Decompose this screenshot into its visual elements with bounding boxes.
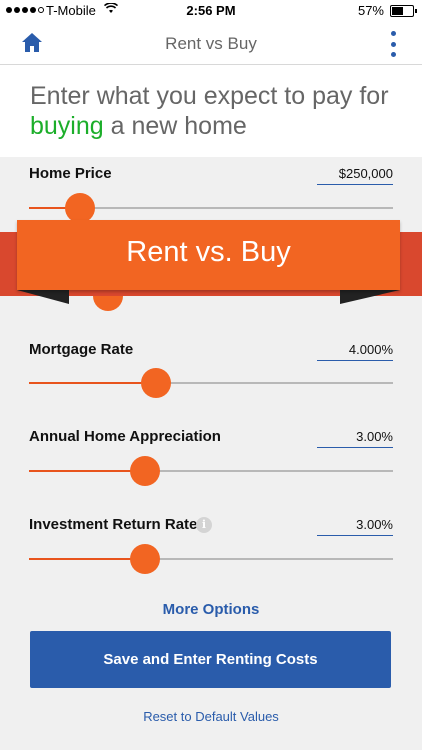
banner-title: Rent vs. Buy (126, 236, 291, 268)
appreciation-slider[interactable] (29, 456, 393, 486)
headline-text: Enter what you expect to pay for buying … (30, 82, 389, 140)
home-price-input[interactable]: $250,000 (317, 166, 393, 185)
investment-return-input[interactable]: 3.00% (317, 517, 393, 536)
home-price-label: Home Price (29, 165, 112, 182)
banner-fold-left (17, 290, 69, 304)
status-bar: T-Mobile 2:56 PM 57% (0, 0, 422, 22)
battery-percent: 57% (357, 3, 384, 18)
headline-panel: Enter what you expect to pay for buying … (0, 65, 422, 157)
more-options-link[interactable]: More Options (0, 601, 422, 618)
mortgage-rate-label: Mortgage Rate (29, 341, 134, 358)
home-price-slider-thumb[interactable] (65, 193, 95, 223)
mortgage-rate-slider-fill (29, 382, 156, 384)
banner-fold-right (340, 290, 400, 304)
save-and-enter-renting-costs-button[interactable]: Save and Enter Renting Costs (30, 631, 391, 688)
reset-defaults-link[interactable]: Reset to Default Values (0, 709, 422, 724)
mortgage-rate-input[interactable]: 4.000% (317, 342, 393, 361)
mortgage-rate-slider[interactable] (29, 368, 393, 398)
investment-return-label: Investment Return Rate (29, 516, 198, 533)
appreciation-slider-fill (29, 470, 145, 472)
info-icon[interactable]: i (196, 517, 212, 533)
promo-banner: Rent vs. Buy (17, 220, 400, 290)
headline-highlight: buying (30, 112, 104, 140)
battery-icon (390, 5, 417, 17)
more-vertical-icon[interactable] (388, 31, 398, 57)
home-price-slider[interactable] (29, 193, 393, 223)
page-title: Rent vs Buy (165, 34, 257, 53)
investment-return-slider-fill (29, 558, 145, 560)
appreciation-input[interactable]: 3.00% (317, 429, 393, 448)
nav-bar: Rent vs Buy (0, 22, 422, 65)
appreciation-label: Annual Home Appreciation (29, 428, 221, 445)
investment-return-slider-thumb[interactable] (130, 544, 160, 574)
investment-return-slider[interactable] (29, 544, 393, 574)
mortgage-rate-slider-thumb[interactable] (141, 368, 171, 398)
appreciation-slider-thumb[interactable] (130, 456, 160, 486)
